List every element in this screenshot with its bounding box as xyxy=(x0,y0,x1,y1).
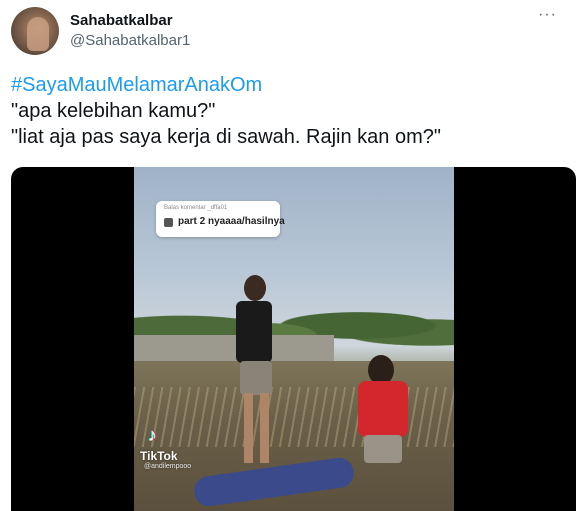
person-standing-shorts xyxy=(240,361,272,395)
person-standing xyxy=(234,275,276,475)
tweet-text-line-1: "apa kelebihan kamu?" xyxy=(11,100,216,122)
author-handle[interactable]: @Sahabatkalbar1 xyxy=(70,32,190,49)
tweet-card: Sahabatkalbar @Sahabatkalbar1 ··· #SayaM… xyxy=(0,0,579,511)
person-red-shirt xyxy=(354,355,414,505)
person-standing-shirt xyxy=(236,301,272,363)
comment-reply-text: part 2 nyaaaa/hasilnya xyxy=(178,216,285,227)
video-player[interactable]: Balas komentar _dffa01 part 2 nyaaaa/has… xyxy=(11,167,576,511)
video-frame[interactable]: Balas komentar _dffa01 part 2 nyaaaa/has… xyxy=(134,167,454,511)
tiktok-note-icon: ♪ xyxy=(148,425,157,445)
author-avatar[interactable] xyxy=(11,7,59,55)
more-options-icon[interactable]: ··· xyxy=(538,6,557,24)
person-red-shirt-top xyxy=(358,381,408,437)
comment-reply-bubble: Balas komentar _dffa01 part 2 nyaaaa/has… xyxy=(156,201,285,237)
tweet-text-line-2: "liat aja pas saya kerja di sawah. Rajin… xyxy=(11,126,441,148)
tiktok-username: @andilempooo xyxy=(144,463,192,470)
person-standing-leg-right xyxy=(260,393,269,463)
person-standing-head xyxy=(244,275,266,301)
tweet-text: #SayaMauMelamarAnakOm "apa kelebihan kam… xyxy=(11,72,571,150)
tiktok-brand: TikTok xyxy=(140,449,178,463)
author-display-name[interactable]: Sahabatkalbar xyxy=(70,12,173,29)
tiktok-watermark: ♪ TikTok @andilempooo xyxy=(140,425,240,473)
hashtag-link[interactable]: #SayaMauMelamarAnakOm xyxy=(11,72,571,98)
person-red-shorts xyxy=(364,435,402,463)
person-standing-leg-left xyxy=(244,393,253,463)
comment-reply-to: Balas komentar _dffa01 xyxy=(164,205,228,211)
comment-icon xyxy=(164,218,173,227)
avatar-figure xyxy=(27,17,49,51)
